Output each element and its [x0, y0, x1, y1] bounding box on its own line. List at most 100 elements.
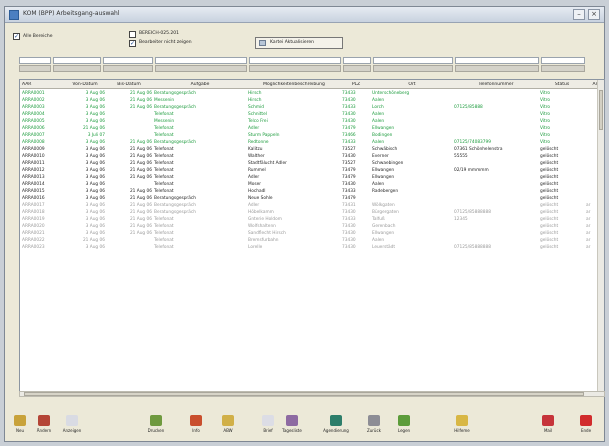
table-row[interactable]: ARRA0002 3 Aug 06 21 Aug 06 Messenin Hirsch 7…: [20, 97, 604, 104]
table-row[interactable]: ARRA0005 3 Aug 06 Messenin Telco Frei 73430 A…: [20, 118, 604, 125]
table-row[interactable]: ARRA0011 3 Aug 06 21 Aug 06 Telefonat Stadtf…: [20, 160, 604, 167]
column-filter-input[interactable]: [53, 57, 101, 64]
column-header[interactable]: Bis-Datum: [106, 82, 152, 87]
table-row[interactable]: ARRA0009 3 Aug 06 21 Aug 06 Telefonat Kalitz…: [20, 146, 604, 153]
column-header[interactable]: AAR: [22, 82, 64, 87]
column-header[interactable]: Von-Datum: [65, 82, 105, 87]
table-cell: 3 Juli 07: [87, 133, 105, 138]
column-filter-selector[interactable]: [541, 65, 585, 72]
table-cell: Telco Frei: [248, 119, 268, 124]
column-filter-selector[interactable]: [19, 65, 51, 72]
table-row[interactable]: ARRA0021 3 Aug 06 21 Aug 06 Telefonat Sandfl…: [20, 230, 604, 237]
table-cell: Talfuß: [372, 217, 385, 222]
ende-icon: [580, 415, 592, 426]
column-header[interactable]: PLZ: [342, 82, 370, 87]
table-row[interactable]: ARRA0013 3 Aug 06 21 Aug 06 Telefonat Adler 7…: [20, 174, 604, 181]
column-filter-selector[interactable]: [53, 65, 101, 72]
column-filter-input[interactable]: [103, 57, 153, 64]
table-cell: Redtonne: [248, 140, 269, 145]
table-cell: 21 Aug 06: [129, 168, 152, 173]
table-row[interactable]: ARRA0006 21 Aug 06 Telefonat Adler 73479 Ellw…: [20, 125, 604, 132]
column-filter-selector[interactable]: [249, 65, 341, 72]
toolbar-button-hilfeme[interactable]: Hilfeme: [449, 413, 475, 443]
table-row[interactable]: ARRA0017 3 Aug 06 21 Aug 06 Beratungsgesprä…: [20, 202, 604, 209]
column-filter-input[interactable]: [155, 57, 247, 64]
table-row[interactable]: ARRA0015 3 Aug 06 21 Aug 06 Telefonat Hochad…: [20, 188, 604, 195]
column-filter-selector[interactable]: [373, 65, 453, 72]
table-cell: 21 Aug 06: [129, 175, 152, 180]
minimize-icon[interactable]: –: [573, 9, 585, 20]
toolbar-button-ändern[interactable]: Ändern: [31, 413, 57, 443]
table-cell: 21 Aug 06: [129, 154, 152, 159]
table-row[interactable]: ARRA0014 3 Aug 06 Telefonat Moser 73430 Aalen…: [20, 181, 604, 188]
table-cell: Vitro: [540, 126, 551, 131]
column-header[interactable]: Status: [540, 82, 584, 87]
close-icon[interactable]: ×: [588, 9, 600, 20]
table-cell: 21 Aug 06: [129, 98, 152, 103]
column-filter-input[interactable]: [249, 57, 341, 64]
table-row[interactable]: ARRA0020 3 Aug 06 21 Aug 06 Telefonat Wolfsh…: [20, 223, 604, 230]
toolbar-button-anzeigen[interactable]: Anzeigen: [59, 413, 85, 443]
toolbar-button-legen[interactable]: Legen: [391, 413, 417, 443]
horizontal-scrollbar[interactable]: [19, 391, 605, 397]
toolbar-button-label: Tagesliste: [282, 428, 302, 433]
table-row[interactable]: ARRA0016 3 Aug 06 21 Aug 06 Beratungsgesprä…: [20, 195, 604, 202]
refresh-button[interactable]: Kartei Aktualisieren: [255, 37, 343, 49]
table-row[interactable]: ARRA0001 3 Aug 06 21 Aug 06 Beratungsgesprä…: [20, 90, 604, 97]
toolbar-button-abw[interactable]: ABW: [215, 413, 241, 443]
column-header[interactable]: Ort: [372, 82, 452, 87]
table-cell: Vitro: [540, 140, 551, 145]
column-filter-input[interactable]: [541, 57, 585, 64]
table-cell: ARRA0002: [22, 98, 45, 103]
pool-checkbox[interactable]: [129, 31, 136, 38]
vertical-scrollbar[interactable]: [597, 80, 604, 394]
table-row[interactable]: ARRA0023 3 Aug 06 Telefonat Lorelle 73430 Leu…: [20, 244, 604, 251]
hide-editor-checkbox[interactable]: ✓: [129, 40, 136, 47]
column-filter-input[interactable]: [19, 57, 51, 64]
table-row[interactable]: ARRA0018 3 Aug 06 21 Aug 06 Beratungsgesprä…: [20, 209, 604, 216]
table-cell: 3 Aug 06: [85, 189, 105, 194]
toolbar-button-brief[interactable]: Brief: [255, 413, 281, 443]
column-filter-selector[interactable]: [155, 65, 247, 72]
table-row[interactable]: ARRA0022 21 Aug 06 Telefonat Bremsfurbahn 73…: [20, 237, 604, 244]
all-areas-checkbox[interactable]: ✓: [13, 33, 20, 40]
table-row[interactable]: ARRA0008 3 Aug 06 21 Aug 06 Beratungsgesprä…: [20, 139, 604, 146]
table-cell: ARRA0015: [22, 189, 45, 194]
toolbar-button-tagesliste[interactable]: Tagesliste: [279, 413, 305, 443]
table-cell: Unterschöneberg: [372, 91, 410, 96]
table-cell: ARRA0009: [22, 147, 45, 152]
column-filter-selector[interactable]: [455, 65, 539, 72]
table-row[interactable]: ARRA0007 3 Juli 07 Telefonat Sturm Pappeln 7…: [20, 132, 604, 139]
column-filter-input[interactable]: [373, 57, 453, 64]
table-row[interactable]: ARRA0004 3 Aug 06 Telefonat Schnittel 73430 A…: [20, 111, 604, 118]
table-cell: Ellwangen: [372, 175, 395, 180]
toolbar-button-mail[interactable]: Mail: [535, 413, 561, 443]
toolbar-button-ende[interactable]: Ende: [573, 413, 599, 443]
table-cell: ARRA0013: [22, 175, 45, 180]
table-row[interactable]: ARRA0019 3 Aug 06 21 Aug 06 Telefonat Gnteri…: [20, 216, 604, 223]
table-row[interactable]: ARRA0012 3 Aug 06 21 Aug 06 Telefonat Rummel…: [20, 167, 604, 174]
table-row[interactable]: ARRA0003 3 Aug 06 21 Aug 06 Beratungsgesprä…: [20, 104, 604, 111]
table-cell: ARRA0004: [22, 112, 45, 117]
table-cell: 21 Aug 06: [129, 147, 152, 152]
column-header[interactable]: Möglichkeitenbeschreibung: [248, 82, 340, 87]
toolbar-button-agendierung[interactable]: Agendierung: [323, 413, 349, 443]
column-filter-input[interactable]: [343, 57, 371, 64]
table-cell: Moser: [248, 182, 261, 187]
column-filter-selector[interactable]: [343, 65, 371, 72]
table-cell: gelöscht: [540, 189, 559, 194]
column-header[interactable]: Telefonnummer: [454, 82, 538, 87]
toolbar-button-neu[interactable]: Neu: [7, 413, 33, 443]
column-filter-selector[interactable]: [103, 65, 153, 72]
table-cell: Adler: [248, 175, 260, 180]
vertical-scroll-thumb[interactable]: [599, 90, 603, 130]
column-filter-input[interactable]: [455, 57, 539, 64]
horizontal-scroll-thumb[interactable]: [24, 392, 584, 396]
column-header[interactable]: Aufgabe: [154, 82, 246, 87]
table-cell: 3 Aug 06: [85, 154, 105, 159]
toolbar-button-drucken[interactable]: Drucken: [143, 413, 169, 443]
toolbar-button-zurück[interactable]: Zurück: [361, 413, 387, 443]
table-cell: Lorch: [372, 105, 384, 110]
table-row[interactable]: ARRA0010 3 Aug 06 21 Aug 06 Telefonat Walthe…: [20, 153, 604, 160]
toolbar-button-info[interactable]: Info: [183, 413, 209, 443]
